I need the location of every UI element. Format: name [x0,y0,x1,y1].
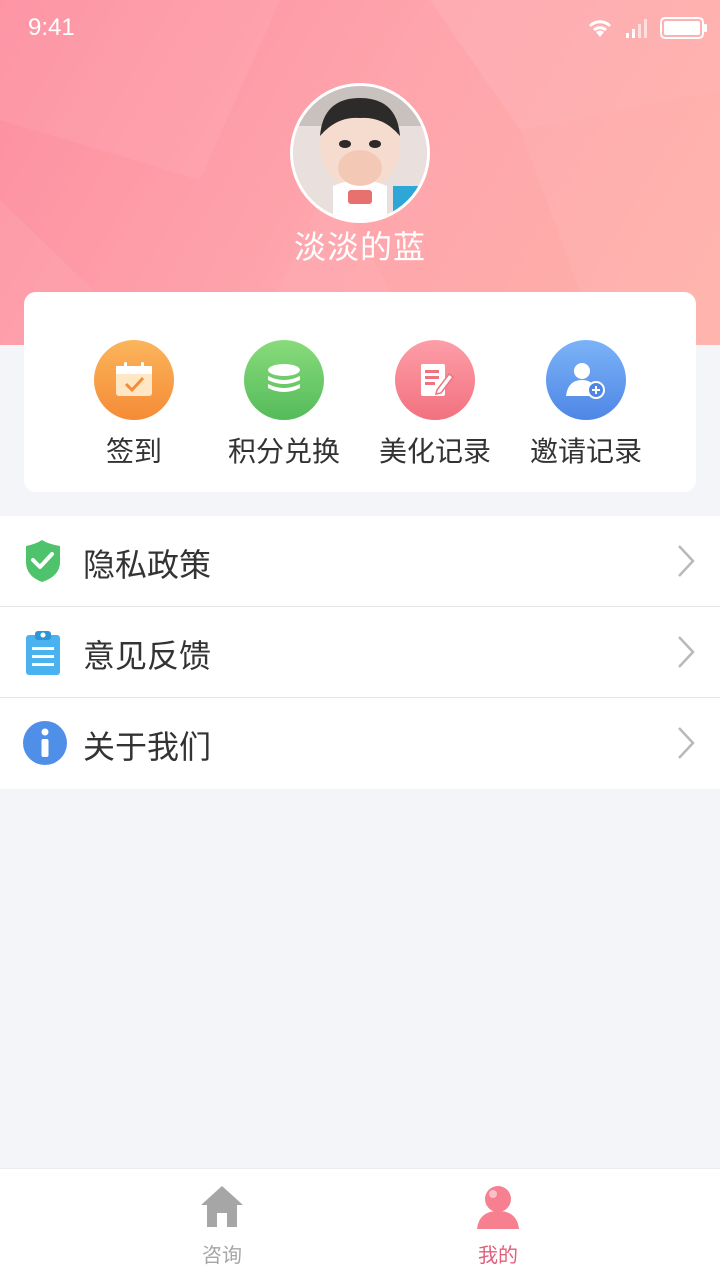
menu-item-label: 意见反馈 [83,637,212,675]
home-icon [201,1186,243,1227]
menu-item-privacy-policy[interactable]: 隐私政策 [0,516,720,607]
username: 淡淡的蓝 [293,228,426,266]
calendar-check-icon [94,340,174,420]
status-icons [586,14,708,42]
shield-check-icon [26,540,60,582]
coin-stack-icon [244,340,324,420]
menu-item-label: 隐私政策 [83,546,212,584]
quick-actions-card: 签到 积分兑换 美化记录 邀请记录 [24,292,696,492]
avatar[interactable] [290,83,430,223]
chevron-right-icon [678,545,695,577]
status-time: 9:41 [28,14,75,41]
tab-label: 咨询 [202,1243,242,1267]
add-user-icon [546,340,626,420]
quick-action-points-exchange[interactable]: 积分兑换 [209,340,359,470]
wifi-icon [588,20,612,37]
menu-item-feedback[interactable]: 意见反馈 [0,607,720,698]
menu-item-label: 关于我们 [83,728,212,766]
edit-note-icon [395,340,475,420]
quick-action-checkin[interactable]: 签到 [59,340,209,470]
chevron-right-icon [678,636,695,668]
quick-action-label: 美化记录 [378,435,491,468]
tab-label: 我的 [478,1243,518,1267]
quick-action-label: 积分兑换 [227,435,340,468]
avatar-photo [293,86,427,220]
status-bar: 9:41 [0,0,720,56]
info-icon [23,721,67,765]
battery-icon [660,17,707,39]
settings-menu: 隐私政策 意见反馈 关于我们 [0,516,720,789]
tab-consult[interactable]: 咨询 [162,1183,282,1268]
quick-action-label: 签到 [105,435,162,468]
clipboard-icon [26,631,60,675]
user-icon [477,1186,519,1229]
chevron-right-icon [678,727,695,759]
quick-action-beautify-records[interactable]: 美化记录 [360,340,510,470]
menu-item-about-us[interactable]: 关于我们 [0,698,720,789]
quick-action-invite-records[interactable]: 邀请记录 [511,340,661,470]
tab-mine[interactable]: 我的 [438,1183,558,1268]
signal-icon [626,19,647,38]
quick-action-label: 邀请记录 [529,435,642,468]
bottom-tab-bar: 咨询 我的 [0,1168,720,1280]
